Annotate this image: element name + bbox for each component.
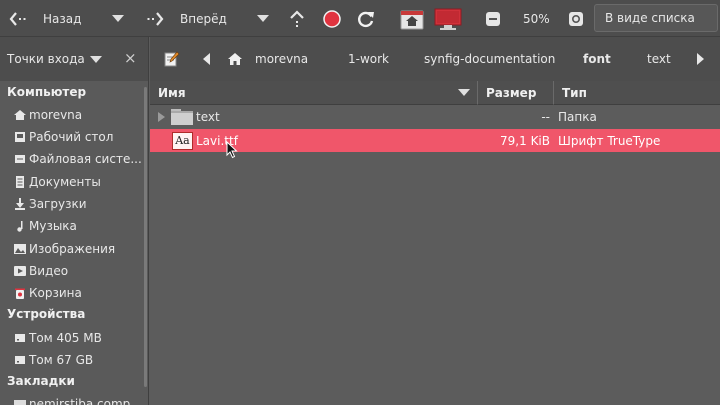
places-label: Точки входа (7, 52, 85, 66)
sidebar-item-volume-67gb[interactable]: Том 67 GB (14, 350, 93, 370)
path-home-button[interactable] (228, 37, 242, 81)
path-crumb-morevna[interactable]: morevna (255, 37, 308, 81)
sidebar-section-devices: Устройства (7, 307, 86, 321)
sidebar: Компьютер morevna Рабочий стол Файловая … (0, 81, 149, 405)
mouse-cursor-icon (226, 141, 238, 159)
drive-icon (15, 356, 25, 364)
main-toolbar: Назад Вперёд 50% В виде списка (0, 0, 720, 37)
home-icon (228, 53, 242, 65)
sidebar-item-desktop[interactable]: Рабочий стол (14, 127, 113, 147)
folder-icon (170, 105, 194, 128)
chevron-left-icon (203, 53, 210, 65)
pictures-icon (14, 244, 26, 254)
path-crumb-1-work[interactable]: 1-work (348, 37, 389, 81)
sort-descending-icon (458, 89, 470, 96)
music-icon (17, 221, 23, 232)
chevron-right-icon (697, 53, 704, 65)
trash-icon (15, 288, 25, 299)
back-button[interactable]: Назад (8, 0, 81, 37)
documents-icon (16, 176, 24, 188)
sidebar-item-music[interactable]: Музыка (14, 216, 77, 236)
filesystem-icon (15, 155, 25, 163)
desktop-icon (15, 132, 25, 142)
forward-button[interactable]: Вперёд (145, 0, 227, 37)
view-mode-label: В виде списка (605, 11, 695, 25)
zoom-out-button[interactable] (485, 0, 501, 37)
sidebar-section-computer: Компьютер (7, 85, 87, 99)
folder-icon (14, 400, 26, 405)
file-row-text[interactable]: text -- Папка (150, 105, 720, 128)
downloads-icon (15, 198, 25, 210)
back-label: Назад (43, 11, 82, 26)
edit-location-button[interactable] (164, 37, 180, 81)
sidebar-section-bookmarks: Закладки (7, 374, 75, 388)
computer-button[interactable] (434, 0, 462, 37)
sidebar-item-home[interactable]: morevna (14, 105, 82, 125)
file-size: -- (541, 109, 550, 124)
drive-icon (15, 334, 25, 342)
sidebar-item-trash[interactable]: Корзина (14, 283, 82, 303)
zoom-level: 50% (523, 11, 550, 26)
video-icon (14, 266, 26, 276)
forward-history-dropdown[interactable] (257, 0, 269, 37)
expander-icon[interactable] (158, 105, 165, 128)
file-size: 79,1 KiB (500, 133, 550, 148)
file-type: Папка (558, 109, 597, 124)
sidebar-item-filesystem[interactable]: Файловая систе... (14, 149, 142, 169)
file-type: Шрифт TrueType (558, 133, 661, 148)
forward-label: Вперёд (180, 11, 227, 26)
column-header-name[interactable]: Имя (150, 81, 478, 105)
file-list: Имя Размер Тип text -- Папка Aa Lavi.ttf… (150, 81, 720, 405)
column-header-type[interactable]: Тип (554, 81, 720, 105)
sidebar-item-video[interactable]: Видео (14, 261, 68, 281)
path-crumb-font[interactable]: font (583, 37, 611, 81)
sidebar-item-pictures[interactable]: Изображения (14, 239, 115, 259)
sidebar-scrollbar[interactable] (144, 87, 147, 387)
sidebar-item-volume-405mb[interactable]: Том 405 MB (14, 328, 102, 348)
zoom-in-icon (569, 11, 583, 26)
file-name: text (196, 109, 220, 124)
close-sidebar-icon[interactable]: × (124, 49, 137, 67)
column-header-size[interactable]: Размер (478, 81, 554, 105)
zoom-in-button[interactable] (568, 0, 584, 37)
stop-button[interactable] (322, 0, 342, 37)
font-file-icon: Aa (172, 129, 193, 152)
places-dropdown-icon[interactable] (90, 56, 102, 63)
zoom-out-icon (486, 11, 500, 26)
sidebar-item-documents[interactable]: Документы (14, 172, 101, 192)
path-scroll-left[interactable] (203, 37, 211, 81)
path-scroll-right[interactable] (696, 37, 704, 81)
home-folder-icon (400, 10, 424, 29)
chevron-down-icon (112, 15, 124, 22)
back-history-dropdown[interactable] (112, 0, 124, 37)
chevron-down-icon (257, 15, 269, 22)
path-bar: morevna 1-work synfig-documentation font… (150, 37, 720, 81)
up-button[interactable] (287, 0, 307, 37)
reload-button[interactable] (356, 0, 376, 37)
sidebar-item-downloads[interactable]: Загрузки (14, 194, 87, 214)
path-crumb-synfig-documentation[interactable]: synfig-documentation (424, 37, 555, 81)
places-header: Точки входа × (0, 37, 149, 81)
forward-arrow-icon (147, 11, 164, 26)
edit-location-icon (164, 51, 180, 67)
home-icon (14, 110, 26, 120)
back-arrow-icon (9, 11, 26, 26)
view-mode-select[interactable]: В виде списка (594, 4, 718, 32)
up-arrow-icon (290, 9, 304, 27)
sidebar-item-bookmark[interactable]: nemirstiba.comp... (14, 394, 142, 405)
computer-icon (434, 8, 462, 30)
reload-icon (358, 11, 374, 27)
home-button[interactable] (400, 0, 424, 37)
path-crumb-text[interactable]: text (647, 37, 671, 81)
stop-icon (323, 9, 341, 28)
